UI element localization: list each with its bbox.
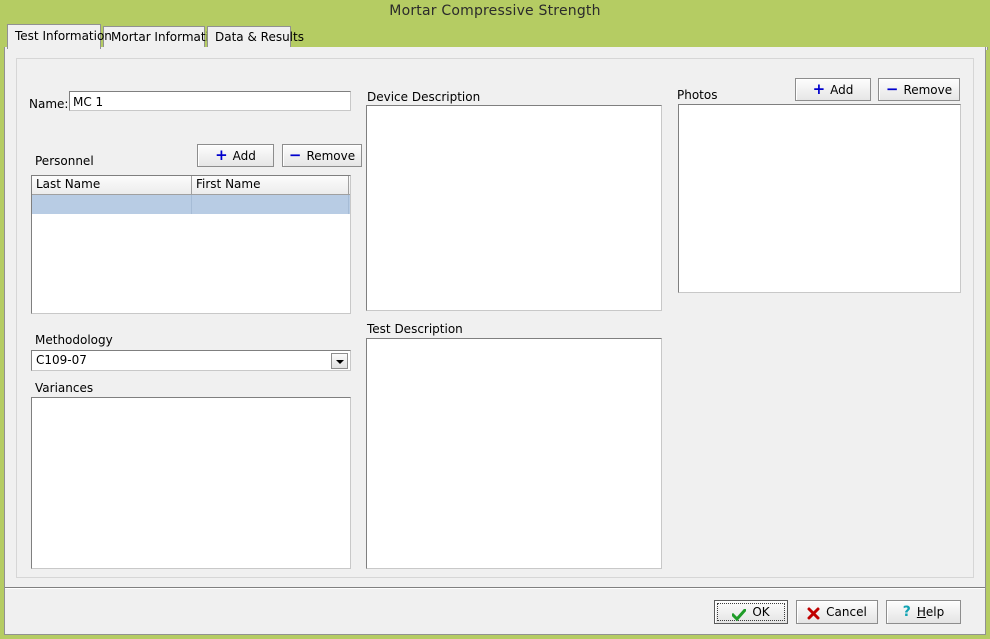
test-description-textarea[interactable] [366,338,662,569]
table-row[interactable] [32,195,350,214]
photos-remove-label: Remove [903,83,952,97]
help-button-label-accel: H [917,605,926,619]
name-input[interactable]: MC 1 [69,91,351,111]
device-description-textarea[interactable] [366,105,662,311]
column-header-first-name: First Name [192,176,349,194]
minus-icon: − [289,146,302,164]
personnel-label: Personnel [35,154,94,168]
photos-listbox[interactable] [678,104,961,293]
methodology-selected-value: C109-07 [36,353,87,367]
plus-icon: + [215,146,228,164]
test-description-label: Test Description [367,322,463,336]
tab-data-results-label: Data & Results [215,30,304,44]
photos-remove-button[interactable]: −Remove [878,78,960,101]
close-icon [807,605,820,618]
photos-add-button[interactable]: + Add [795,78,871,101]
chevron-down-icon[interactable] [331,353,348,369]
focus-ring [717,603,785,621]
personnel-add-button[interactable]: + Add [197,144,274,167]
cancel-button[interactable]: Cancel [796,600,878,624]
methodology-label: Methodology [35,333,113,347]
photos-add-label: Add [830,83,853,97]
tab-test-information[interactable]: Test Information [7,24,101,49]
methodology-select[interactable]: C109-07 [31,350,351,371]
cell-last-name[interactable] [32,195,192,214]
tab-content-panel: Name: MC 1 Personnel +Add −Remove Last N… [4,47,986,635]
dialog-window: Mortar Compressive Strength Test Informa… [0,0,990,639]
help-button-label-rest: elp [926,605,944,619]
help-button[interactable]: ? Help [886,600,961,624]
cell-first-name[interactable] [192,195,349,214]
window-title: Mortar Compressive Strength [0,0,990,22]
tab-data-results[interactable]: Data & Results [207,26,291,48]
variances-label: Variances [35,381,93,395]
test-information-group: Name: MC 1 Personnel +Add −Remove Last N… [16,58,974,578]
tab-strip: Test Information Mortar Information Data… [4,22,986,48]
tab-mortar-information[interactable]: Mortar Information [103,26,205,48]
photos-label: Photos [677,88,717,102]
footer-separator-highlight [5,588,985,589]
table-header-row: Last Name First Name [32,176,350,195]
column-header-last-name: Last Name [32,176,192,194]
personnel-add-label: Add [233,149,256,163]
plus-icon: + [813,80,826,98]
personnel-remove-button[interactable]: −Remove [282,144,362,167]
variances-textarea[interactable] [31,397,351,569]
title-bar: Mortar Compressive Strength [0,0,990,22]
question-mark-icon: ? [903,604,911,620]
cancel-button-label: Cancel [826,605,867,619]
device-description-label: Device Description [367,90,480,104]
name-label: Name: [29,97,68,111]
check-icon [732,606,746,618]
personnel-remove-label: Remove [306,149,355,163]
minus-icon: − [886,80,899,98]
personnel-table[interactable]: Last Name First Name [31,175,351,314]
ok-button[interactable]: OK [714,600,788,624]
tab-test-information-label: Test Information [15,29,112,43]
